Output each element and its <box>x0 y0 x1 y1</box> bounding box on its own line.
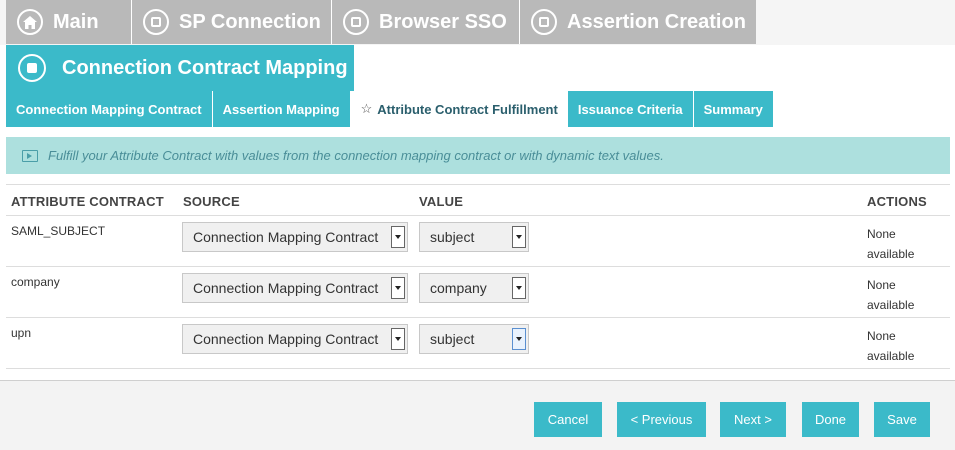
table-header: ATTRIBUTE CONTRACT SOURCE VALUE ACTIONS <box>6 184 950 216</box>
actions-text: available <box>867 298 915 312</box>
header-actions: ACTIONS <box>867 194 927 209</box>
attribute-name: upn <box>11 326 32 340</box>
current-step: Connection Contract Mapping <box>6 45 354 91</box>
tab-issuance-criteria[interactable]: Issuance Criteria <box>567 91 694 127</box>
cancel-button[interactable]: Cancel <box>534 402 602 437</box>
breadcrumb-label: Main <box>53 10 99 33</box>
value-select[interactable]: subject <box>419 324 529 354</box>
home-icon <box>17 9 43 35</box>
actions-text: available <box>867 349 915 363</box>
tab-label: Summary <box>703 101 763 117</box>
breadcrumb-sp-connection[interactable]: SP Connection <box>132 0 332 44</box>
actions-cell: None available <box>867 224 914 264</box>
chevron-down-icon <box>512 328 526 350</box>
info-banner: Fulfill your Attribute Contract with val… <box>6 137 950 174</box>
tab-label: Attribute Contract Fulfillment <box>377 101 558 117</box>
breadcrumb-label: Assertion Creation <box>567 10 746 33</box>
attribute-name: company <box>11 275 60 289</box>
value-select[interactable]: company <box>419 273 529 303</box>
star-icon: ☆ <box>360 101 373 116</box>
actions-cell: None available <box>867 326 914 366</box>
attribute-table: ATTRIBUTE CONTRACT SOURCE VALUE ACTIONS … <box>6 184 950 369</box>
chevron-down-icon <box>391 226 405 248</box>
source-select[interactable]: Connection Mapping Contract <box>182 324 408 354</box>
actions-text: None <box>867 329 896 343</box>
previous-button[interactable]: < Previous <box>617 402 706 437</box>
table-row: company Connection Mapping Contract comp… <box>6 267 950 318</box>
chevron-down-icon <box>391 328 405 350</box>
actions-text: None <box>867 227 896 241</box>
actions-cell: None available <box>867 275 914 315</box>
current-step-title: Connection Contract Mapping <box>62 56 348 79</box>
source-select-value: Connection Mapping Contract <box>193 229 379 245</box>
header-value: VALUE <box>419 194 464 209</box>
chevron-down-icon <box>512 226 526 248</box>
header-attribute-contract: ATTRIBUTE CONTRACT <box>11 194 164 209</box>
breadcrumb: Main SP Connection Browser SSO Assertion… <box>0 0 955 45</box>
breadcrumb-browser-sso[interactable]: Browser SSO <box>332 0 520 44</box>
table-row: SAML_SUBJECT Connection Mapping Contract… <box>6 216 950 267</box>
save-button[interactable]: Save <box>874 402 930 437</box>
attribute-name: SAML_SUBJECT <box>11 224 106 238</box>
tab-assertion-mapping[interactable]: Assertion Mapping <box>212 91 351 127</box>
source-select[interactable]: Connection Mapping Contract <box>182 222 408 252</box>
source-select[interactable]: Connection Mapping Contract <box>182 273 408 303</box>
banner-text: Fulfill your Attribute Contract with val… <box>48 148 664 163</box>
tab-connection-mapping-contract[interactable]: Connection Mapping Contract <box>6 91 213 127</box>
tab-label: Issuance Criteria <box>577 101 683 117</box>
breadcrumb-assertion-creation[interactable]: Assertion Creation <box>520 0 756 44</box>
done-button[interactable]: Done <box>802 402 859 437</box>
header-source: SOURCE <box>183 194 240 209</box>
tab-attribute-contract-fulfillment[interactable]: ☆ Attribute Contract Fulfillment <box>350 91 568 127</box>
value-select[interactable]: subject <box>419 222 529 252</box>
tab-summary[interactable]: Summary <box>693 91 774 127</box>
tab-label: Assertion Mapping <box>222 101 340 117</box>
footer-bar: Cancel < Previous Next > Done Save <box>0 380 955 450</box>
actions-text: None <box>867 278 896 292</box>
step-icon <box>143 9 169 35</box>
tab-label: Connection Mapping Contract <box>16 101 202 117</box>
value-select-value: subject <box>430 331 475 347</box>
breadcrumb-label: Browser SSO <box>379 10 507 33</box>
value-select-value: subject <box>430 229 475 245</box>
breadcrumb-main[interactable]: Main <box>6 0 132 44</box>
value-select-value: company <box>430 280 487 296</box>
table-row: upn Connection Mapping Contract subject … <box>6 318 950 369</box>
info-arrow-icon <box>22 149 38 162</box>
source-select-value: Connection Mapping Contract <box>193 331 379 347</box>
actions-text: available <box>867 247 915 261</box>
chevron-down-icon <box>391 277 405 299</box>
next-button[interactable]: Next > <box>720 402 786 437</box>
source-select-value: Connection Mapping Contract <box>193 280 379 296</box>
step-icon <box>343 9 369 35</box>
step-icon <box>531 9 557 35</box>
chevron-down-icon <box>512 277 526 299</box>
breadcrumb-label: SP Connection <box>179 10 321 33</box>
step-current-icon <box>18 54 46 82</box>
tab-bar: Connection Mapping Contract Assertion Ma… <box>6 91 774 127</box>
